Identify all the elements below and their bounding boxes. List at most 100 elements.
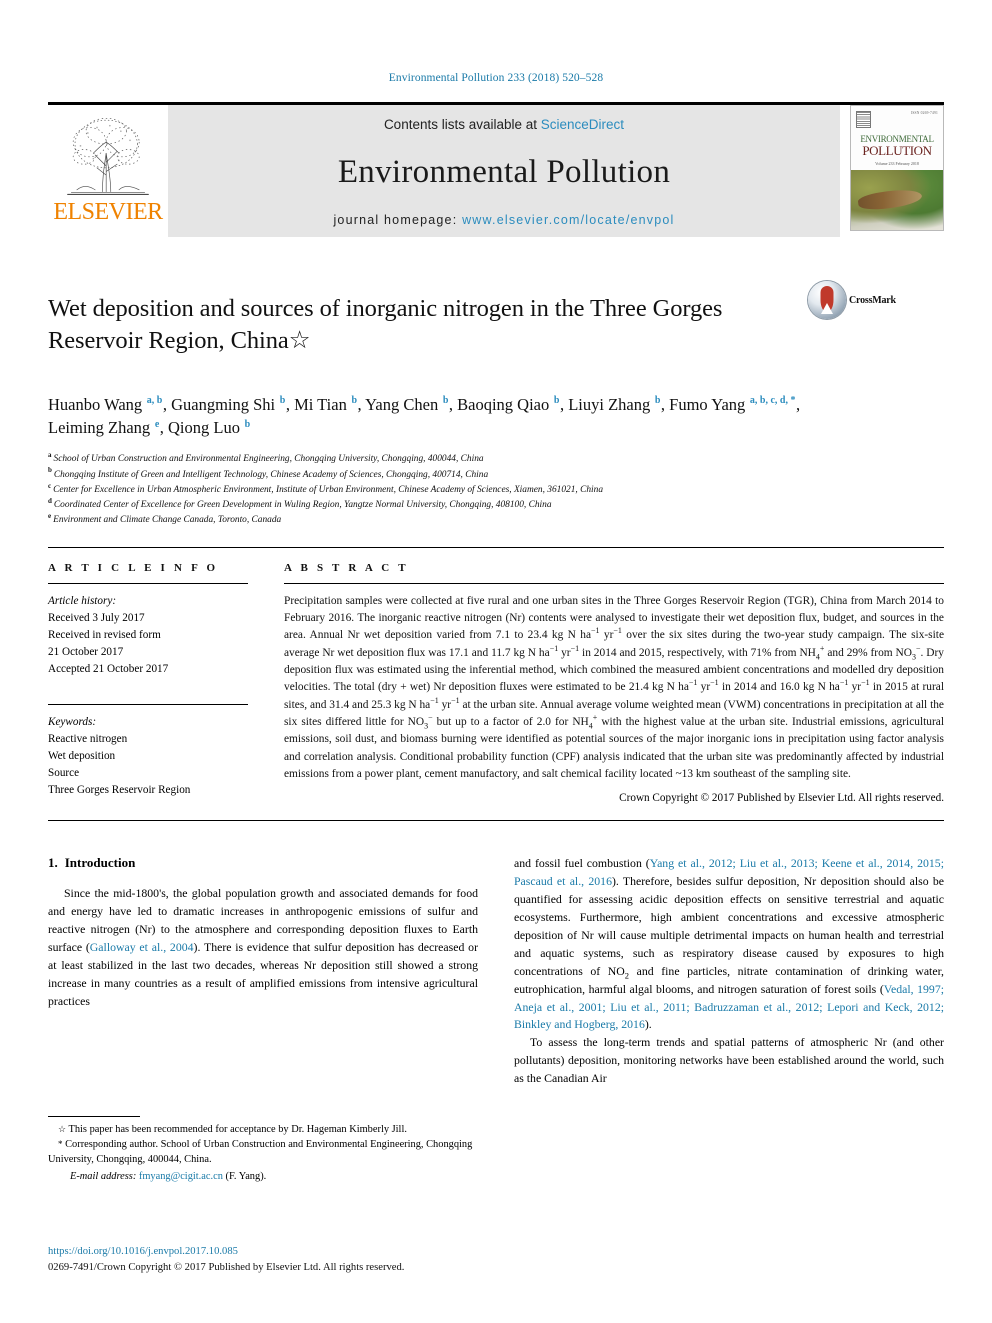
- contents-available-line: Contents lists available at ScienceDirec…: [384, 117, 624, 132]
- running-head: Environmental Pollution 233 (2018) 520–5…: [388, 72, 604, 84]
- author-affiliation-marks: a, b, c, d, *: [749, 395, 796, 407]
- elsevier-logo: ELSEVIER: [48, 105, 168, 237]
- journal-cover-block: ISSN 0269-7491 ENVIRONMENTAL POLLUTION V…: [840, 105, 944, 237]
- body-column-right: and fossil fuel combustion (Yang et al.,…: [514, 855, 944, 1088]
- article-page: Environmental Pollution 233 (2018) 520–5…: [0, 0, 992, 1323]
- author-name: Liuyi Zhang: [568, 394, 655, 414]
- footnote-rule: [48, 1116, 140, 1117]
- journal-band: Contents lists available at ScienceDirec…: [168, 105, 840, 237]
- author-name: Qiong Luo: [168, 418, 245, 438]
- journal-title: Environmental Pollution: [337, 154, 671, 190]
- author-affiliation-marks: a, b: [146, 395, 163, 407]
- article-history-line: Accepted 21 October 2017: [48, 662, 169, 675]
- affiliation-item: b Chongqing Institute of Green and Intell…: [48, 467, 944, 483]
- author-separator: ,: [448, 394, 458, 414]
- cover-elsevier-icon: [856, 111, 871, 128]
- author-separator: ,: [285, 394, 295, 414]
- sciencedirect-link[interactable]: ScienceDirect: [541, 117, 624, 132]
- elsevier-tree-icon: [67, 118, 149, 195]
- intro-paragraph-1: Since the mid-1800's, the global populat…: [48, 886, 478, 1008]
- body-column-left: 1. Introduction Since the mid-1800's, the…: [48, 855, 478, 1088]
- elsevier-wordmark: ELSEVIER: [53, 199, 163, 225]
- author-name: Yang Chen: [365, 394, 443, 414]
- footnote-email-line: E-mail address: fmyang@cigit.ac.cn (F. Y…: [48, 1169, 476, 1184]
- affiliation-text: Coordinated Center of Excellence for Gre…: [53, 500, 552, 511]
- author-separator: ,: [795, 394, 801, 414]
- affiliation-text: Center for Excellence in Urban Atmospher…: [53, 484, 604, 495]
- article-history-line: 21 October 2017: [48, 645, 124, 658]
- author-name: Fumo Yang: [669, 394, 750, 414]
- crossmark-icon: [808, 281, 846, 319]
- affiliation-item: c Center for Excellence in Urban Atmosphe…: [48, 482, 944, 498]
- doi-link[interactable]: https://doi.org/10.1016/j.envpol.2017.10…: [48, 1244, 568, 1260]
- abstract-rule: [284, 582, 944, 584]
- doi-block: https://doi.org/10.1016/j.envpol.2017.10…: [48, 1244, 568, 1276]
- citation-link[interactable]: Vedal, 1997; Aneja et al., 2001; Liu et …: [514, 982, 944, 1032]
- author-name: Mi Tian: [294, 394, 351, 414]
- author-name: Baoqing Qiao: [457, 394, 554, 414]
- section-title: Introduction: [64, 855, 136, 871]
- journal-cover-thumbnail: ISSN 0269-7491 ENVIRONMENTAL POLLUTION V…: [850, 105, 944, 231]
- crossmark-label: CrossMark: [849, 294, 896, 306]
- cover-top: ISSN 0269-7491 ENVIRONMENTAL POLLUTION V…: [851, 106, 943, 175]
- keywords-label: Keywords:: [48, 715, 97, 728]
- abstract-column: A B S T R A C T Precipitation samples we…: [284, 561, 944, 805]
- footnote-corresponding-text: Corresponding author. School of Urban Co…: [48, 1139, 473, 1166]
- article-history-line: Received in revised form: [48, 628, 161, 641]
- intro-paragraph-2: To assess the long-term trends and spati…: [514, 1035, 944, 1086]
- author-separator: ,: [660, 394, 670, 414]
- affiliation-item: d Coordinated Center of Excellence for Gr…: [48, 497, 944, 513]
- section-number: 1.: [48, 855, 58, 871]
- author-name: Huanbo Wang: [48, 394, 147, 414]
- page-title: Wet deposition and sources of inorganic …: [48, 295, 723, 354]
- footnote-star: ☆ This paper has been recommended for ac…: [48, 1122, 476, 1137]
- author-separator: ,: [357, 394, 366, 414]
- keyword-item: Reactive nitrogen: [48, 732, 128, 745]
- abstract-copyright: Crown Copyright © 2017 Published by Else…: [619, 792, 944, 805]
- affiliation-list: a School of Urban Construction and Enviro…: [48, 452, 944, 528]
- article-history-lines: Received 3 July 2017 Received in revised …: [48, 610, 248, 678]
- journal-homepage-link[interactable]: www.elsevier.com/locate/envpol: [462, 213, 674, 227]
- author-separator: ,: [162, 394, 172, 414]
- affiliation-text: Chongqing Institute of Green and Intelli…: [53, 469, 489, 480]
- article-info-rule: [48, 582, 248, 584]
- homepage-prefix: journal homepage:: [333, 213, 463, 227]
- info-abstract-block: A R T I C L E I N F O Article history: R…: [48, 548, 944, 805]
- author-name: Leiming Zhang: [48, 418, 155, 438]
- cover-subline-1: Volume 233 February 2018: [875, 160, 919, 166]
- footnote-star-text: This paper has been recommended for acce…: [68, 1124, 407, 1135]
- footnote-asterisk-marker: *: [58, 1139, 63, 1150]
- contents-prefix: Contents lists available at: [383, 117, 541, 132]
- author-name: Guangming Shi: [171, 394, 280, 414]
- journal-masthead: ELSEVIER Contents lists available at Sci…: [48, 102, 944, 237]
- affiliation-text: School of Urban Construction and Environ…: [53, 454, 484, 465]
- keyword-item: Wet deposition: [48, 749, 116, 762]
- author-separator: ,: [159, 418, 169, 438]
- keywords-rule: [48, 703, 248, 705]
- footnote-corresponding: * Corresponding author. School of Urban …: [48, 1137, 476, 1167]
- author-list: Huanbo Wang a, b, Guangming Shi b, Mi Ti…: [48, 393, 848, 441]
- author-affiliation-marks: b: [244, 418, 251, 430]
- email-label: E-mail address:: [70, 1170, 137, 1182]
- affiliation-item: e Environment and Climate Change Canada, …: [48, 513, 944, 528]
- affiliation-text: Environment and Climate Change Canada, T…: [53, 515, 282, 526]
- crossmark-badge-group[interactable]: CrossMark: [808, 277, 904, 319]
- article-info-heading: A R T I C L E I N F O: [48, 561, 219, 574]
- info-block-bottom-rule: [48, 820, 944, 822]
- footnote-block: ☆ This paper has been recommended for ac…: [48, 1116, 476, 1184]
- citation-link[interactable]: Galloway et al., 2004: [90, 940, 194, 954]
- article-info-column: A R T I C L E I N F O Article history: R…: [48, 562, 248, 805]
- cover-title-line2: POLLUTION: [862, 143, 932, 158]
- keyword-item: Source: [48, 766, 80, 779]
- email-link[interactable]: fmyang@cigit.ac.cn: [139, 1171, 223, 1182]
- article-history-label: Article history:: [48, 594, 117, 607]
- title-row: Wet deposition and sources of inorganic …: [48, 277, 944, 373]
- author-separator: ,: [559, 394, 569, 414]
- keyword-item: Three Gorges Reservoir Region: [48, 783, 191, 796]
- footnote-star-marker: ☆: [58, 1124, 67, 1134]
- abstract-text: Precipitation samples were collected at …: [284, 594, 944, 780]
- intro-paragraph-1-cont: and fossil fuel combustion (Yang et al.,…: [514, 856, 944, 1032]
- abstract-heading: A B S T R A C T: [284, 561, 409, 574]
- keywords-lines: Reactive nitrogen Wet deposition Source Thr…: [48, 731, 248, 799]
- citation-link[interactable]: Yang et al., 2012; Liu et al., 2013; Kee…: [514, 856, 944, 888]
